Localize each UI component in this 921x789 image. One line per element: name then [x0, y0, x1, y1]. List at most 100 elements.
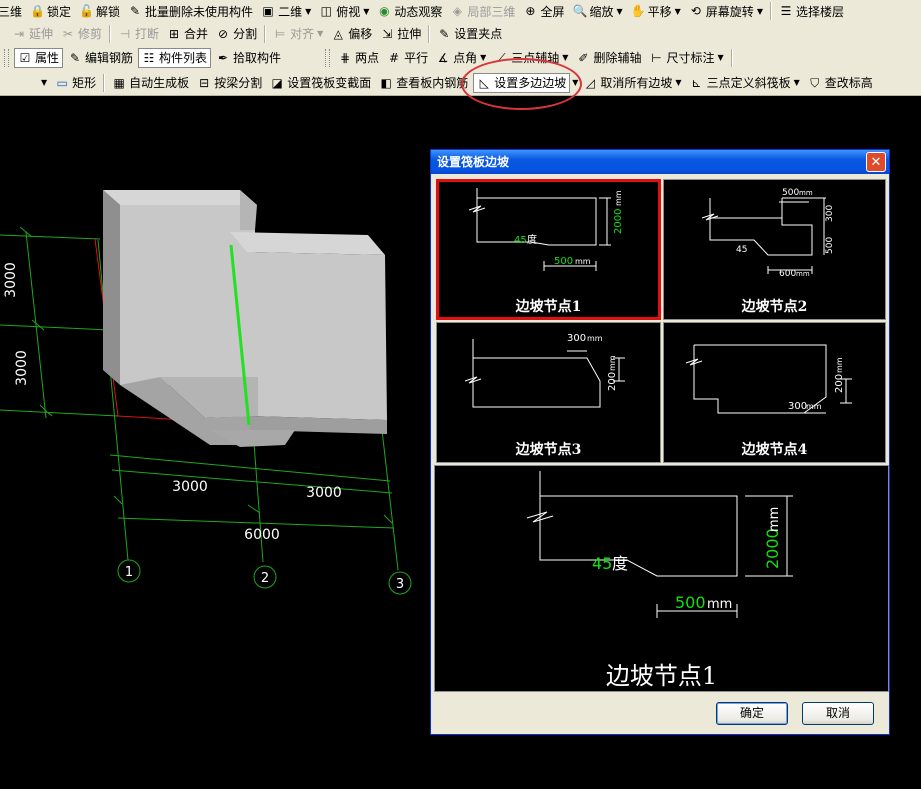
point-angle-icon: ∡: [437, 50, 449, 65]
auto-slab-icon: ▦: [113, 75, 125, 90]
stretch-button[interactable]: ⇲ 拉伸: [377, 24, 424, 44]
svg-text:45: 45: [592, 554, 612, 573]
unlock-button[interactable]: 🔓 解锁: [76, 1, 123, 21]
separator: [730, 48, 733, 67]
component-list-button[interactable]: ☷ 构件列表: [138, 47, 212, 68]
rotate-icon: ⟲: [690, 4, 701, 18]
trim-button[interactable]: ✂ 修剪: [58, 24, 105, 44]
slope-node-4[interactable]: 300 mm 200 mm 边坡节点4: [663, 322, 886, 463]
align-button[interactable]: ⊨ 对齐 ▼: [270, 24, 326, 44]
node-2-label: 边坡节点2: [741, 299, 808, 315]
dropdown-arrow-icon[interactable]: ▼: [675, 78, 681, 87]
three-point-slope-button[interactable]: ⊾ 三点定义斜筏板 ▼: [687, 73, 803, 93]
close-icon[interactable]: ✕: [866, 152, 886, 172]
dialog-title[interactable]: 设置筏板边坡: [431, 150, 889, 174]
ok-button[interactable]: 确定: [716, 702, 788, 725]
toolbar-grip[interactable]: [325, 48, 331, 67]
variable-section-icon: ◪: [271, 75, 283, 90]
orbit-button[interactable]: ◉ 动态观察: [374, 1, 445, 21]
slope-node-preview: 45 度 500 mm 2000 mm 边坡节点1: [434, 465, 889, 692]
variable-section-button[interactable]: ◪ 设置筏板变截面: [267, 73, 374, 93]
pick-component-button[interactable]: ✒ 拾取构件: [213, 48, 284, 68]
dropdown-arrow-icon[interactable]: ▼: [317, 29, 323, 38]
2d-button[interactable]: ▣ 二维 ▼: [258, 1, 314, 21]
svg-text:mm: mm: [806, 402, 822, 411]
edit-rebar-button[interactable]: ✎ 编辑钢筋: [65, 48, 136, 68]
grip-point-icon: ✎: [439, 26, 450, 41]
split-by-beam-button[interactable]: ⊟ 按梁分割: [194, 73, 265, 93]
cancel-button[interactable]: 取消: [802, 702, 874, 725]
dropdown-arrow-icon[interactable]: ▼: [794, 78, 800, 87]
top-view-icon: ◫: [320, 4, 332, 18]
zoom-icon: 🔍: [572, 4, 588, 18]
rectangle-icon: ▭: [56, 75, 68, 90]
elevation-icon: ⛉: [810, 75, 820, 90]
two-point-icon: ⋕: [340, 50, 351, 65]
slope-node-3[interactable]: 300 mm 200 mm 边坡节点3: [436, 322, 661, 463]
view-rebar-icon: ◧: [380, 75, 392, 90]
svg-text:mm: mm: [767, 507, 782, 532]
axis-label-2: 2: [261, 571, 269, 586]
lock-icon: 🔒: [30, 4, 45, 18]
dropdown-arrow-icon[interactable]: ▼: [305, 7, 311, 16]
zoom-button[interactable]: 🔍 缩放 ▼: [569, 1, 625, 21]
split-button[interactable]: ⊘ 分割: [213, 24, 260, 44]
batch-delete-button[interactable]: ✎ 批量删除未使用构件: [125, 1, 256, 21]
dropdown-arrow-icon[interactable]: ▼: [616, 7, 622, 16]
grip-point-button[interactable]: ✎ 设置夹点: [434, 24, 505, 44]
elevation-button[interactable]: ⛉ 查改标高: [805, 73, 876, 93]
raft-slab-3d[interactable]: [103, 190, 387, 447]
separator: [109, 24, 112, 43]
svg-text:2000: 2000: [763, 528, 782, 569]
pan-icon: ✋: [630, 4, 646, 18]
draw-mode-dropdown[interactable]: ▼: [35, 73, 50, 93]
toolbar-3d[interactable]: 三维: [0, 1, 25, 21]
extend-icon: ⇥: [13, 26, 25, 41]
svg-text:500: 500: [554, 256, 573, 267]
auto-slab-button[interactable]: ▦ 自动生成板: [109, 73, 192, 93]
pan-button[interactable]: ✋ 平移 ▼: [628, 1, 684, 21]
merge-icon: ⊞: [169, 26, 180, 41]
view-rebar-button[interactable]: ◧ 查看板内钢筋: [376, 73, 471, 93]
svg-text:300: 300: [825, 205, 835, 222]
break-button[interactable]: ⊣ 打断: [115, 24, 162, 44]
extend-button[interactable]: ⇥ 延伸: [9, 24, 56, 44]
dropdown-arrow-icon[interactable]: ▼: [480, 53, 486, 62]
separator: [769, 2, 772, 20]
svg-text:500: 500: [675, 593, 706, 612]
svg-text:mm: mm: [835, 357, 844, 373]
dim-left-bottom: 3000: [14, 350, 30, 386]
axis-label-3: 3: [396, 577, 404, 592]
svg-text:200: 200: [834, 374, 845, 393]
stretch-icon: ⇲: [382, 26, 393, 41]
properties-button[interactable]: ☑ 属性: [14, 47, 64, 68]
dimension-button[interactable]: ⊢ 尺寸标注 ▼: [646, 48, 726, 68]
dropdown-arrow-icon[interactable]: ▼: [562, 53, 568, 62]
toolbar-grip[interactable]: [4, 48, 9, 67]
local-3d-button[interactable]: ◈ 局部三维: [447, 1, 518, 21]
toolbar-edit: ⇥ 延伸 ✂ 修剪 ⊣ 打断 ⊞ 合并 ⊘ 分割 ⊨ 对齐 ▼ ◬ 偏移 ⇲ 拉伸 ✎ 设置夹点: [0, 22, 921, 46]
slope-node-2[interactable]: 500 mm 300 500 45 600 mm 边坡节点2: [663, 179, 886, 320]
dropdown-arrow-icon[interactable]: ▼: [675, 7, 681, 16]
dropdown-arrow-icon[interactable]: ▼: [717, 53, 723, 62]
parallel-button[interactable]: # 平行: [384, 48, 431, 68]
rotate-button[interactable]: ⟲ 屏幕旋转 ▼: [686, 1, 766, 21]
rectangle-button[interactable]: ▭ 矩形: [52, 73, 99, 93]
merge-button[interactable]: ⊞ 合并: [164, 24, 211, 44]
orbit-icon: ◉: [379, 4, 390, 18]
lock-button[interactable]: 🔒 锁定: [27, 1, 74, 21]
offset-button[interactable]: ◬ 偏移: [328, 24, 375, 44]
slope-node-1[interactable]: 45 度 500 mm 2000 mm 边坡节点1: [436, 179, 661, 320]
floor-select-button[interactable]: ☰ 选择楼层: [776, 1, 847, 21]
three-point-slope-icon: ⊾: [691, 75, 702, 90]
drawing-canvas[interactable]: 3000 3000 3000 3000 6000 1 2 3: [0, 96, 430, 696]
two-point-button[interactable]: ⋕ 两点: [335, 48, 382, 68]
delete-axis-button[interactable]: ✐ 删除辅轴: [573, 48, 644, 68]
fullscreen-button[interactable]: ⊕ 全屏: [520, 1, 567, 21]
dropdown-arrow-icon[interactable]: ▼: [757, 7, 763, 16]
top-view-button[interactable]: ◫ 俯视 ▼: [316, 1, 372, 21]
dim-bottom-right: 3000: [306, 485, 342, 501]
cancel-slope-button[interactable]: ◿ 取消所有边坡 ▼: [580, 73, 684, 93]
dim-left-top: 3000: [3, 262, 19, 298]
dropdown-arrow-icon[interactable]: ▼: [363, 7, 369, 16]
